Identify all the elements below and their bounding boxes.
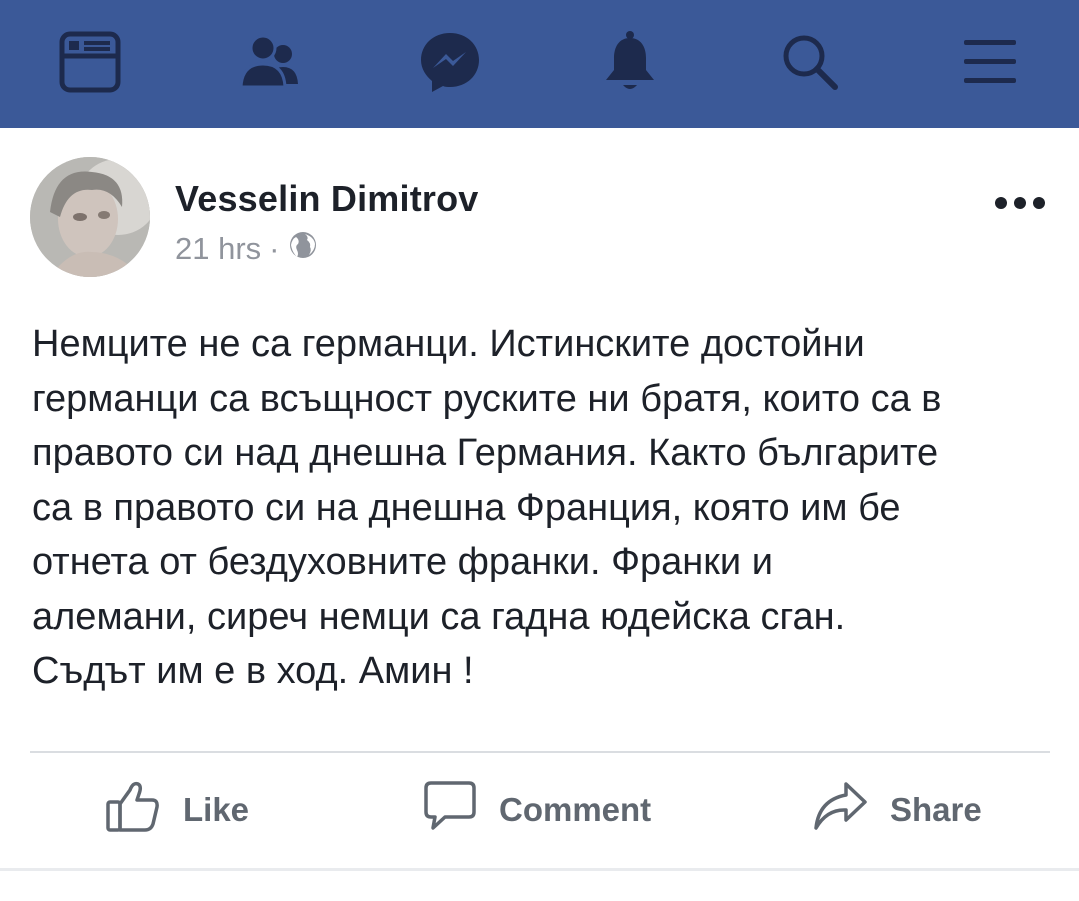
post-text-line: правото си над днешна Германия. Както бъ… <box>32 432 939 474</box>
like-label: Like <box>183 791 250 828</box>
friends-tab[interactable] <box>222 20 318 104</box>
share-icon <box>812 780 890 840</box>
post-text-line: алемани, сиреч немци са гадна юдейска сг… <box>32 595 846 638</box>
action-divider <box>30 751 1050 753</box>
share-label: Share <box>890 791 982 828</box>
post-text-line: Съдът им е в ход. Амин ! <box>32 650 474 692</box>
like-button[interactable]: Like <box>105 778 249 842</box>
messenger-tab[interactable] <box>402 20 498 104</box>
more-options-icon <box>994 196 1046 215</box>
post-meta: 21 hrs · <box>175 230 318 268</box>
post-author-name[interactable]: Vesselin Dimitrov <box>175 178 479 220</box>
post-text-line: Немците не са германци. Истинските досто… <box>32 323 865 365</box>
share-button[interactable]: Share <box>812 778 982 842</box>
post-timestamp[interactable]: 21 hrs <box>175 231 261 267</box>
post-text-line: отнета от бездуховните франки. Франки и <box>32 541 773 583</box>
globe-icon <box>288 230 318 268</box>
thumbs-up-icon <box>105 778 183 842</box>
post-body-text: Немците не са германци. Истинските досто… <box>32 317 1062 699</box>
card-bottom-border <box>0 868 1079 871</box>
post-text-line: са в правото си на днешна Франция, която… <box>32 486 901 529</box>
post-text-line: германци са всъщност руските ни братя, к… <box>32 377 942 420</box>
menu-tab[interactable] <box>942 20 1038 104</box>
comment-label: Comment <box>499 791 652 828</box>
news-feed-icon <box>59 31 121 93</box>
comment-button[interactable]: Comment <box>423 778 651 842</box>
hamburger-menu-icon <box>962 38 1018 86</box>
search-tab[interactable] <box>762 20 858 104</box>
search-icon <box>780 32 840 92</box>
bell-icon <box>602 30 658 94</box>
news-feed-tab[interactable] <box>42 20 138 104</box>
more-options-button[interactable] <box>990 190 1050 220</box>
avatar[interactable] <box>30 157 150 277</box>
comment-icon <box>423 779 499 841</box>
top-navigation-bar <box>0 0 1079 128</box>
messenger-icon <box>418 30 482 94</box>
notifications-tab[interactable] <box>582 20 678 104</box>
meta-separator: · <box>269 231 280 266</box>
friends-icon <box>239 34 301 90</box>
